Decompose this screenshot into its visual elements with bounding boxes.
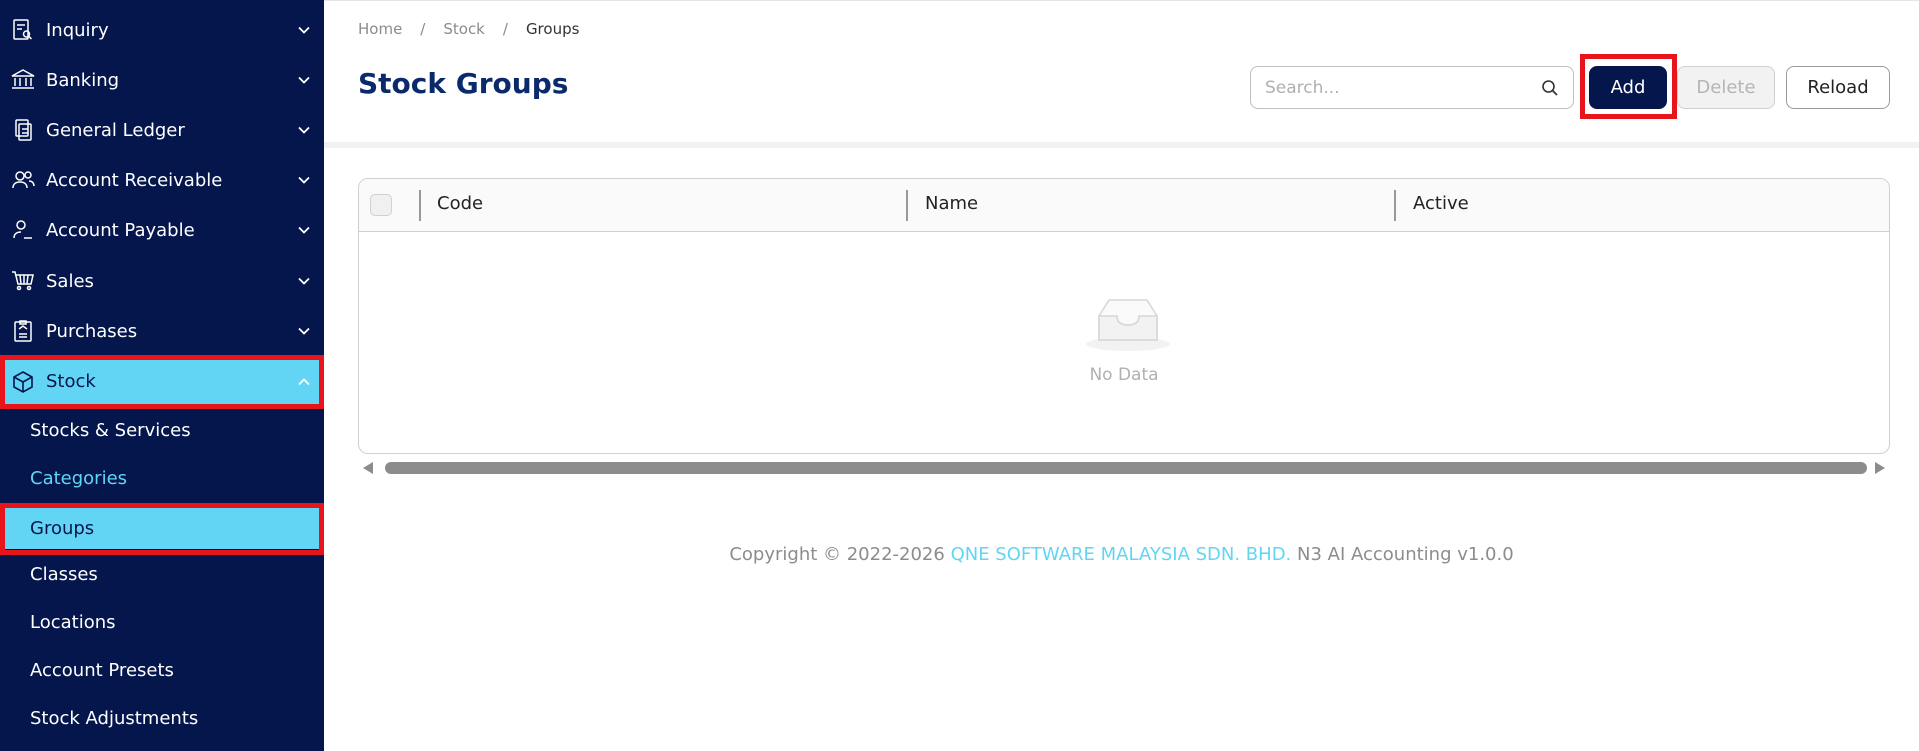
box-icon [11, 370, 35, 394]
search-icon[interactable] [1541, 79, 1559, 97]
chevron-up-icon [298, 377, 310, 385]
add-button[interactable]: Add [1589, 66, 1667, 109]
clipboard-icon [11, 319, 35, 343]
sidebar-item-sales[interactable]: Sales [0, 256, 324, 306]
sidebar-item-label: Sales [46, 270, 94, 292]
chevron-down-icon [298, 76, 310, 84]
header-divider [324, 142, 1919, 148]
sidebar-item-label: General Ledger [46, 119, 185, 141]
breadcrumb-home[interactable]: Home [358, 20, 402, 38]
sidebar-item-general-ledger[interactable]: General Ledger [0, 105, 324, 155]
ledger-icon [11, 118, 35, 142]
breadcrumb-current: Groups [525, 20, 580, 38]
scrollbar-thumb[interactable] [385, 462, 1867, 474]
groups-table: Code Name Active No Data [358, 178, 1890, 454]
footer: Copyright © 2022-2026 QNE SOFTWARE MALAY… [324, 544, 1919, 565]
column-header-code[interactable]: Code [437, 193, 483, 214]
sidebar-item-inquiry[interactable]: Inquiry [0, 5, 324, 55]
copyright-text: Copyright © 2022-2026 [729, 544, 951, 565]
column-separator [1394, 190, 1396, 221]
sidebar-sub-account-presets[interactable]: Account Presets [0, 647, 324, 693]
sidebar-sub-label: Groups [30, 517, 95, 539]
select-all-checkbox[interactable] [370, 194, 392, 216]
search-box [1250, 66, 1574, 109]
version-text: N3 AI Accounting v1.0.0 [1291, 544, 1514, 565]
empty-state-text: No Data [1089, 365, 1159, 385]
column-header-name[interactable]: Name [925, 193, 978, 214]
sidebar-item-label: Account Receivable [46, 169, 223, 191]
delete-button[interactable]: Delete [1677, 66, 1775, 109]
chevron-down-icon [298, 327, 310, 335]
sidebar-sub-label: Locations [30, 611, 116, 633]
breadcrumb-separator: / [420, 20, 426, 38]
sidebar-item-account-receivable[interactable]: Account Receivable [0, 155, 324, 205]
column-header-active[interactable]: Active [1413, 193, 1469, 214]
sidebar-sub-classes[interactable]: Classes [0, 551, 324, 597]
user-edit-icon [11, 218, 35, 242]
company-link[interactable]: QNE SOFTWARE MALAYSIA SDN. BHD. [951, 544, 1292, 565]
sidebar-item-label: Account Payable [46, 219, 195, 241]
sidebar-item-label: Inquiry [46, 19, 109, 41]
chevron-down-icon [298, 226, 310, 234]
chevron-down-icon [298, 176, 310, 184]
empty-inbox-icon [1086, 299, 1170, 351]
chevron-down-icon [298, 26, 310, 34]
sidebar-sub-label: Stock Adjustments [30, 707, 199, 729]
horizontal-scrollbar[interactable] [358, 460, 1890, 476]
sidebar-item-banking[interactable]: Banking [0, 55, 324, 105]
users-icon [11, 168, 35, 192]
sidebar-sub-label: Categories [30, 467, 128, 489]
page-title: Stock Groups [358, 67, 569, 100]
breadcrumb-stock[interactable]: Stock [443, 20, 485, 38]
sidebar-item-purchases[interactable]: Purchases [0, 306, 324, 356]
sidebar-sub-stock-adjustments[interactable]: Stock Adjustments [0, 695, 324, 741]
sidebar-item-label: Purchases [46, 320, 138, 342]
app-window: Inquiry Banking General Ledger Account R… [0, 0, 1919, 751]
reload-button[interactable]: Reload [1786, 66, 1890, 109]
sidebar-item-label: Banking [46, 69, 120, 91]
scroll-right-icon[interactable] [1875, 462, 1885, 474]
search-input[interactable] [1265, 67, 1535, 108]
column-separator [419, 190, 421, 221]
sidebar-sub-categories[interactable]: Categories [0, 455, 324, 501]
breadcrumb: Home / Stock / Groups [358, 20, 579, 38]
inquiry-icon [11, 18, 35, 42]
sidebar-sub-groups[interactable]: Groups [0, 507, 324, 549]
sidebar-sub-label: Stocks & Services [30, 419, 191, 441]
cart-icon [11, 269, 35, 293]
sidebar-sub-stocks-services[interactable]: Stocks & Services [0, 407, 324, 453]
chevron-down-icon [298, 277, 310, 285]
table-header: Code Name Active [359, 179, 1889, 232]
sidebar-item-stock[interactable]: Stock [0, 358, 324, 405]
chevron-down-icon [298, 126, 310, 134]
bank-icon [11, 68, 35, 92]
column-separator [906, 190, 908, 221]
sidebar-sub-locations[interactable]: Locations [0, 599, 324, 645]
scroll-left-icon[interactable] [363, 462, 373, 474]
sidebar: Inquiry Banking General Ledger Account R… [0, 0, 324, 751]
sidebar-sub-label: Classes [30, 563, 98, 585]
sidebar-item-label: Stock [46, 371, 96, 392]
breadcrumb-separator: / [502, 20, 508, 38]
sidebar-sub-label: Account Presets [30, 659, 174, 681]
main-content: Home / Stock / Groups Stock Groups Add D… [324, 0, 1919, 751]
sidebar-item-account-payable[interactable]: Account Payable [0, 205, 324, 255]
